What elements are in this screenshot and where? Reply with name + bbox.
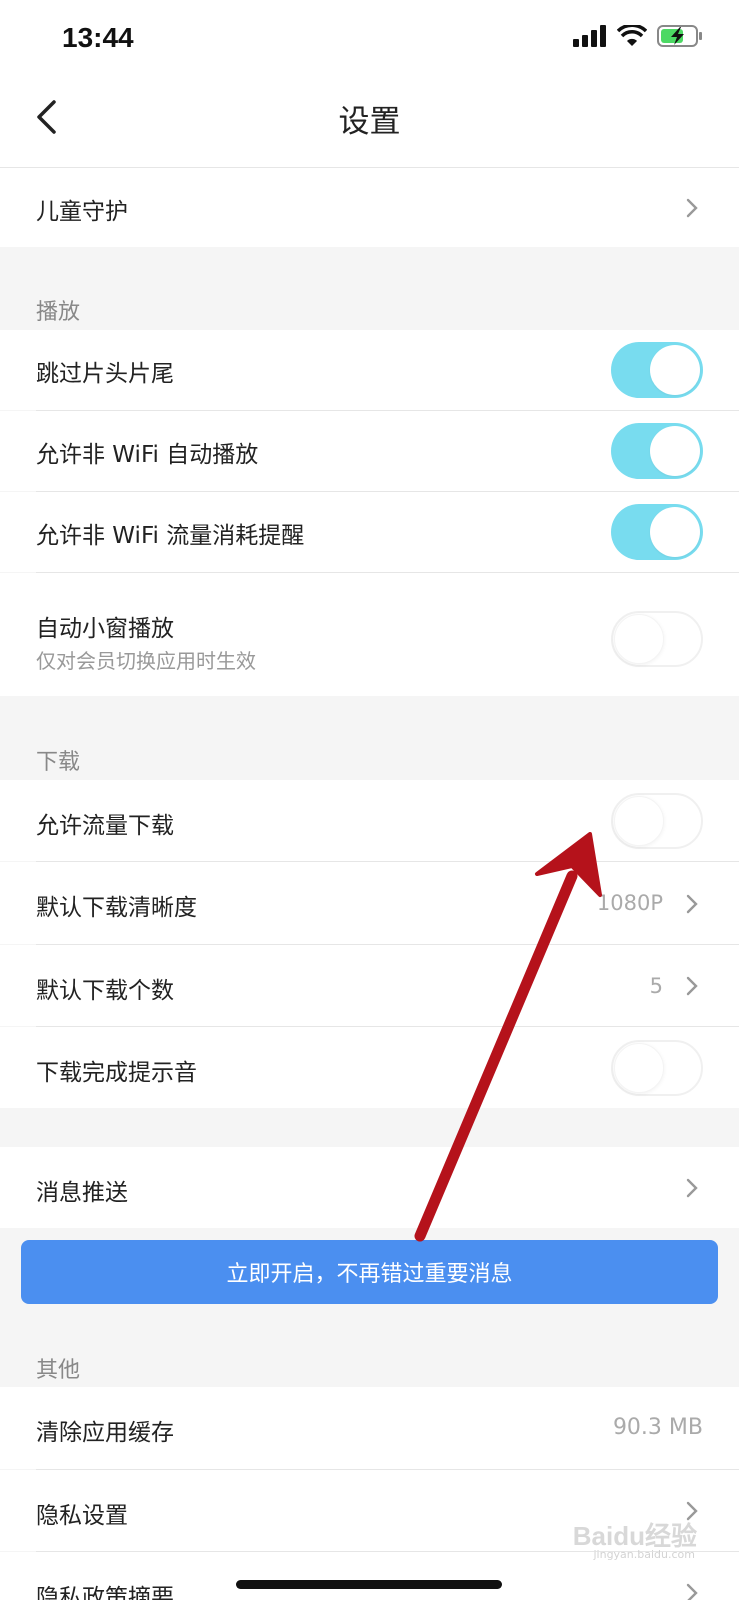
- status-bar: 13:44: [0, 0, 739, 80]
- battery-charging-icon: [657, 25, 702, 47]
- row-label: 允许非 WiFi 自动播放: [36, 442, 259, 468]
- status-icons: [573, 24, 703, 48]
- section-title-download: 下载: [36, 750, 81, 775]
- row-complete-sound: 下载完成提示音: [0, 1027, 739, 1108]
- chevron-right-icon: [686, 1178, 698, 1198]
- section-title-playback: 播放: [36, 300, 81, 325]
- chevron-right-icon: [686, 1583, 698, 1600]
- toggle-allow-cellular[interactable]: [611, 793, 703, 849]
- row-label: 跳过片头片尾: [36, 361, 174, 387]
- row-label: 允许非 WiFi 流量消耗提醒: [36, 523, 305, 549]
- enable-notifications-banner[interactable]: 立即开启，不再错过重要消息: [21, 1240, 718, 1304]
- toggle-knob: [650, 507, 700, 557]
- chevron-right-icon: [686, 198, 698, 218]
- row-label: 儿童守护: [36, 199, 128, 225]
- row-label: 默认下载个数: [36, 978, 174, 1004]
- row-push-notifications[interactable]: 消息推送: [0, 1147, 739, 1228]
- row-mini-window: 自动小窗播放 仅对会员切换应用时生效: [0, 573, 739, 696]
- toggle-non-wifi-reminder[interactable]: [611, 504, 703, 560]
- row-default-quality[interactable]: 默认下载清晰度 1080P: [0, 862, 739, 944]
- chevron-right-icon: [686, 894, 698, 914]
- row-allow-cellular: 允许流量下载: [0, 780, 739, 861]
- row-label: 允许流量下载: [36, 813, 174, 839]
- row-children-protection[interactable]: 儿童守护: [0, 168, 739, 247]
- row-skip-intro: 跳过片头片尾: [0, 330, 739, 410]
- toggle-knob: [650, 345, 700, 395]
- row-non-wifi-reminder: 允许非 WiFi 流量消耗提醒: [0, 492, 739, 572]
- row-clear-cache[interactable]: 清除应用缓存 90.3 MB: [0, 1387, 739, 1469]
- toggle-knob: [614, 796, 664, 846]
- row-value: 1080P: [596, 891, 663, 915]
- signal-icon: [573, 25, 606, 47]
- row-value: 5: [649, 974, 663, 998]
- watermark-url: jingyan.baidu.com: [593, 1548, 695, 1561]
- row-default-count[interactable]: 默认下载个数 5: [0, 945, 739, 1026]
- row-label: 清除应用缓存: [36, 1420, 174, 1446]
- previous-row-edge: [0, 154, 739, 168]
- page-title: 设置: [338, 104, 401, 140]
- toggle-mini-window[interactable]: [611, 611, 703, 667]
- home-indicator: [236, 1580, 502, 1589]
- toggle-knob: [614, 614, 664, 664]
- row-label: 消息推送: [36, 1180, 128, 1206]
- toggle-knob: [614, 1043, 664, 1093]
- row-sublabel: 仅对会员切换应用时生效: [36, 649, 256, 673]
- chevron-right-icon: [686, 976, 698, 996]
- toggle-autoplay-non-wifi[interactable]: [611, 423, 703, 479]
- nav-bar: 设置: [0, 80, 739, 154]
- row-label: 隐私政策摘要: [36, 1585, 174, 1600]
- section-title-other: 其他: [36, 1358, 81, 1383]
- row-label: 自动小窗播放: [36, 616, 174, 642]
- cache-size: 90.3 MB: [612, 1415, 703, 1440]
- row-label: 默认下载清晰度: [36, 895, 197, 921]
- wifi-icon: [617, 25, 647, 46]
- toggle-skip-intro[interactable]: [611, 342, 703, 398]
- toggle-knob: [650, 426, 700, 476]
- status-time: 13:44: [62, 22, 134, 53]
- toggle-complete-sound[interactable]: [611, 1040, 703, 1096]
- row-autoplay-non-wifi: 允许非 WiFi 自动播放: [0, 411, 739, 491]
- row-label: 隐私设置: [36, 1503, 128, 1529]
- row-label: 下载完成提示音: [36, 1060, 197, 1086]
